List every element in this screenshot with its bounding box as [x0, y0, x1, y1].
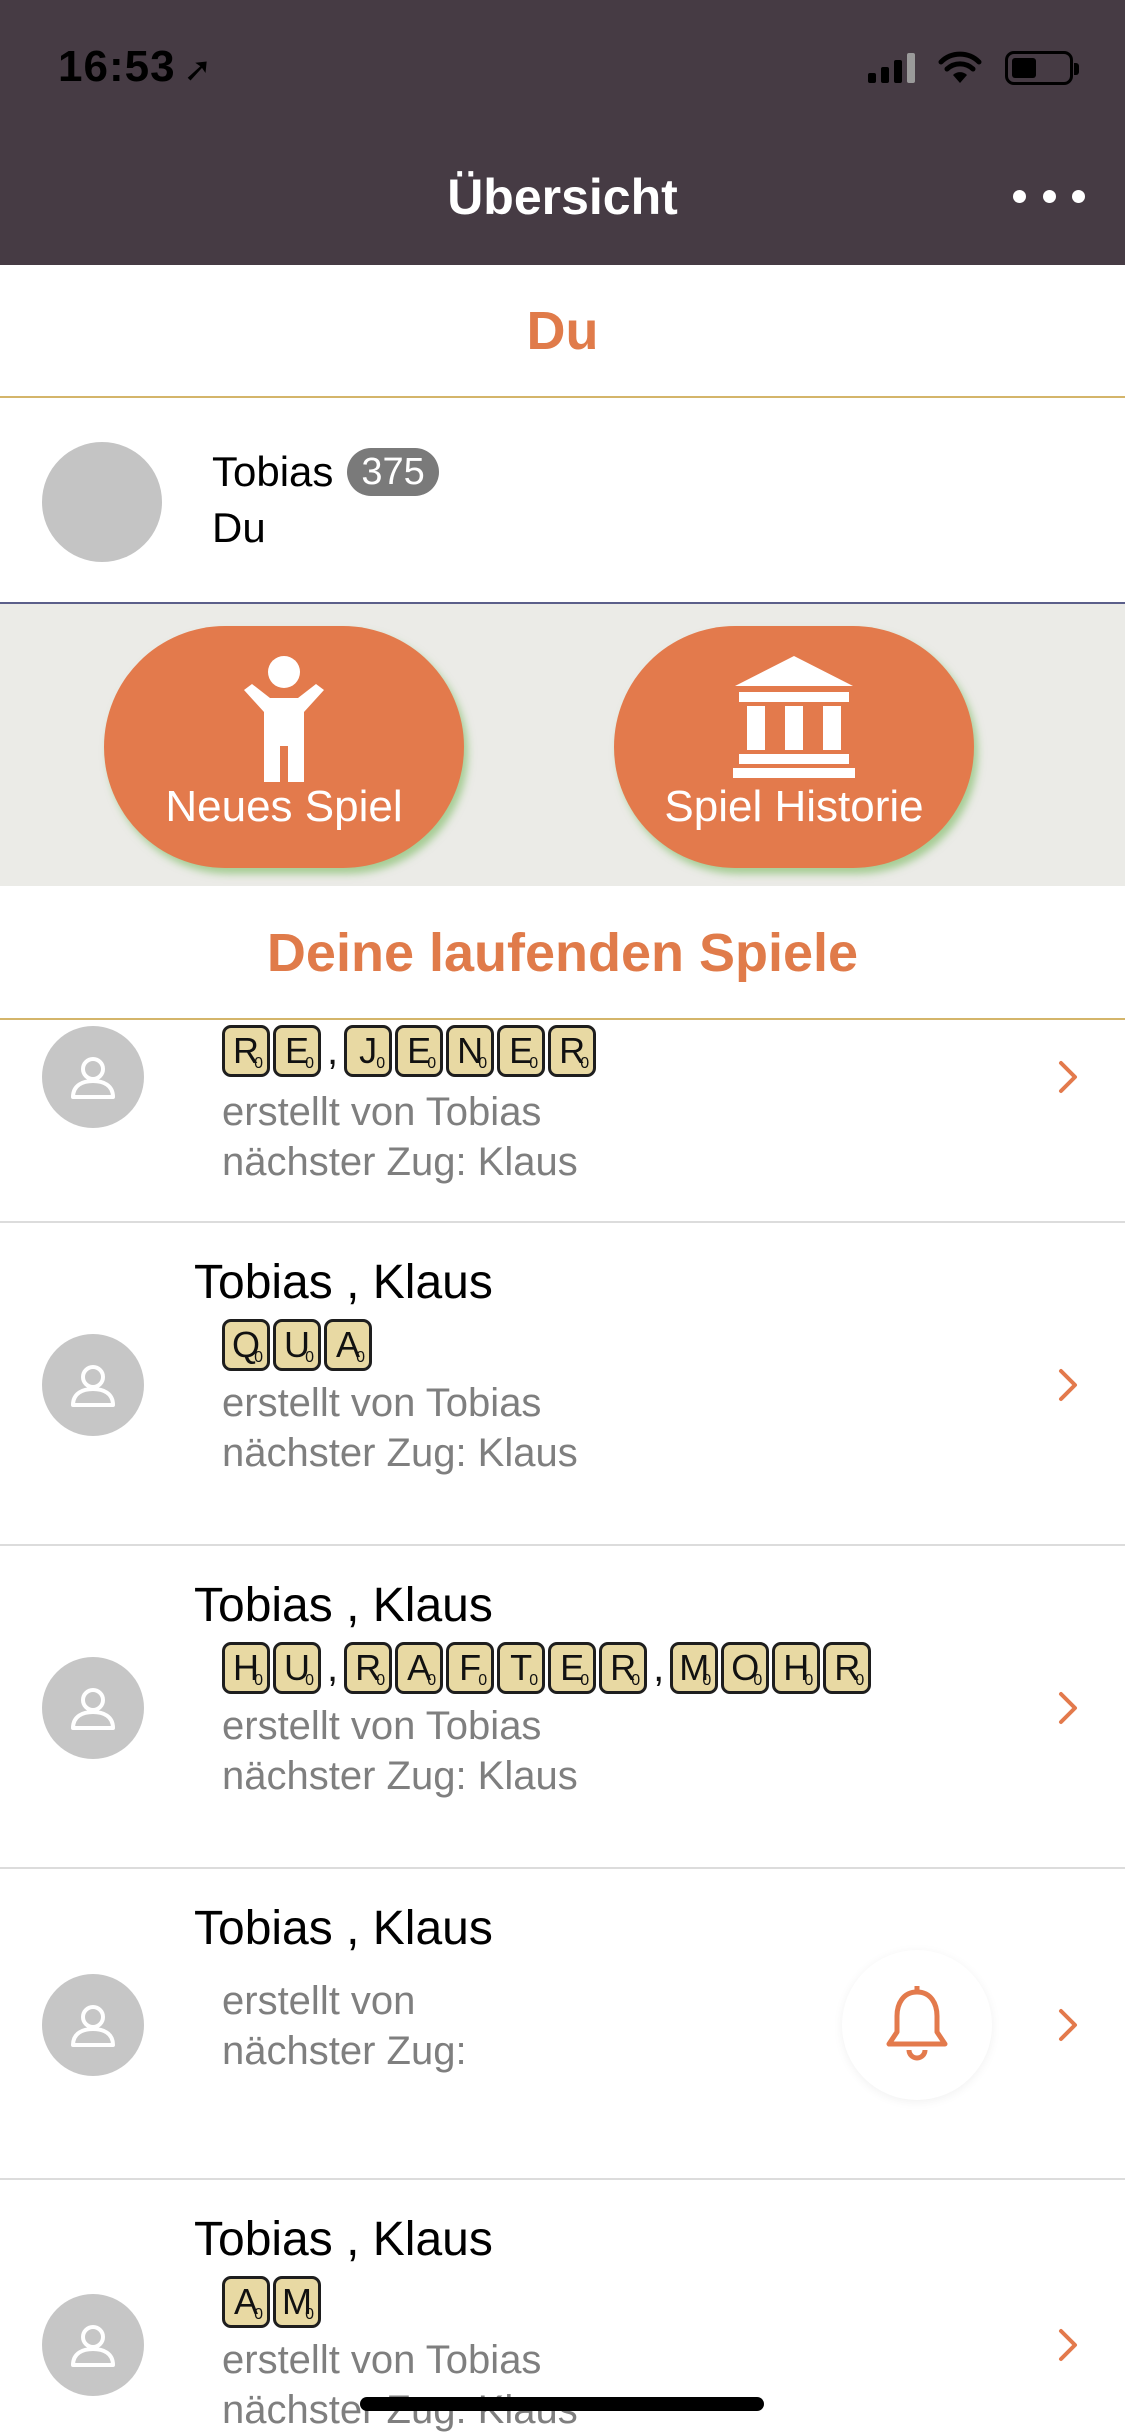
game-next-turn: nächster Zug: Klaus — [222, 1140, 578, 1184]
letter-tile: R0 — [344, 1642, 393, 1694]
game-players: Tobias , Klaus — [194, 1256, 493, 1309]
letter-tile: M0 — [273, 2276, 321, 2328]
page-title: Übersicht — [447, 169, 678, 225]
letter-tile: R0 — [548, 1025, 597, 1077]
chevron-right-icon[interactable] — [1053, 1688, 1083, 1728]
profile-subtitle: Du — [212, 504, 266, 551]
battery-icon — [1005, 51, 1079, 85]
game-history-button[interactable]: Spiel Historie — [614, 626, 974, 868]
game-created-by: erstellt von Tobias — [222, 1381, 542, 1425]
letter-tile: A0 — [222, 2276, 270, 2328]
profile-name: Tobias — [212, 448, 334, 495]
profile-name-row: Tobias 375 — [212, 448, 439, 496]
chevron-right-icon[interactable] — [1053, 2005, 1083, 2045]
letter-tile: O0 — [721, 1642, 770, 1694]
game-list-item[interactable]: Tobias , Klaus Q 0 U 0 A 0 erstellt von Tobias n… — [0, 1223, 1125, 1546]
letter-tile: A0 — [324, 1319, 372, 1371]
letter-tile: E0 — [497, 1025, 546, 1077]
game-players: Tobias , Klaus — [194, 2213, 493, 2266]
game-list-item[interactable]: Tobias , Klaus erstellt von nächster Zug: — [0, 1869, 1125, 2180]
game-next-turn: nächster Zug: Klaus — [222, 1431, 578, 1475]
letter-tile: U0 — [273, 1319, 321, 1371]
chevron-right-icon[interactable] — [1053, 1365, 1083, 1405]
letter-tile: U0 — [273, 1642, 321, 1694]
section-header-you: Du — [0, 265, 1125, 398]
status-time: 16:53 ➚ — [58, 42, 214, 91]
game-created-by: erstellt von Tobias — [222, 2338, 542, 2382]
player-avatar-icon — [42, 1025, 144, 1128]
chevron-right-icon[interactable] — [1053, 1057, 1083, 1097]
letter-tile: A0 — [395, 1642, 444, 1694]
player-avatar-icon — [42, 2294, 144, 2396]
last-words: H0U0,R0A0F0T0E0R0,M0O0H0R0 — [222, 1642, 874, 1694]
game-list-item[interactable]: Tobias , Klaus H 0 U 0, R 0 A 0 F 0 T 0 E 0 R 0, M 0 O 0 H 0 R 0… — [0, 1546, 1125, 1869]
section-header-running-games: Deine laufenden Spiele — [0, 886, 1125, 1020]
game-list-item[interactable]: R 0 E 0, J 0 E 0 N 0 E 0 R 0 erstellt von Tobias nächst… — [0, 1020, 1125, 1223]
game-players: Tobias , Klaus — [194, 1902, 493, 1955]
more-options-icon[interactable] — [1013, 176, 1085, 216]
cellular-signal-icon — [868, 53, 915, 83]
letter-tile: H0 — [222, 1642, 270, 1694]
game-next-turn: nächster Zug: Klaus — [222, 1754, 578, 1798]
letter-tile: R0 — [823, 1642, 872, 1694]
home-indicator[interactable] — [360, 2397, 764, 2411]
letter-tile: H0 — [772, 1642, 821, 1694]
letter-tile: R0 — [222, 1025, 270, 1077]
player-avatar-icon — [42, 1973, 144, 2076]
wifi-icon — [938, 51, 982, 83]
profile-row[interactable]: Tobias 375 Du — [0, 398, 1125, 604]
bell-icon[interactable] — [842, 1949, 992, 2100]
letter-tile: J0 — [344, 1025, 393, 1077]
person-icon — [244, 656, 324, 782]
letter-tile: F0 — [446, 1642, 495, 1694]
letter-tile: Q0 — [222, 1319, 270, 1371]
status-icons — [868, 50, 1079, 86]
chevron-right-icon[interactable] — [1053, 2325, 1083, 2365]
last-words: A0M0 — [222, 2276, 324, 2328]
game-created-by: erstellt von — [222, 1979, 416, 2023]
letter-tile: E0 — [273, 1025, 321, 1077]
last-words: R0E0,J0E0N0E0R0 — [222, 1025, 599, 1077]
player-avatar-icon — [42, 1333, 144, 1436]
last-words: Q0U0A0 — [222, 1319, 375, 1371]
letter-tile: T0 — [497, 1642, 546, 1694]
action-band: Neues Spiel Spiel Historie — [0, 604, 1125, 886]
player-avatar-icon — [42, 1656, 144, 1759]
letter-tile: E0 — [395, 1025, 444, 1077]
game-history-label: Spiel Historie — [664, 782, 924, 831]
game-created-by: erstellt von Tobias — [222, 1090, 542, 1134]
letter-tile: R0 — [599, 1642, 648, 1694]
letter-tile: N0 — [446, 1025, 495, 1077]
avatar — [42, 442, 162, 562]
game-created-by: erstellt von Tobias — [222, 1704, 542, 1748]
new-game-label: Neues Spiel — [165, 782, 403, 831]
letter-tile: M0 — [670, 1642, 719, 1694]
navigation-bar: 16:53 ➚ Übersicht — [0, 0, 1125, 265]
game-players: Tobias , Klaus — [194, 1579, 493, 1632]
new-game-button[interactable]: Neues Spiel — [104, 626, 464, 868]
game-next-turn: nächster Zug: — [222, 2029, 467, 2073]
institution-icon — [733, 656, 855, 778]
score-badge: 375 — [347, 448, 439, 496]
running-games-list[interactable]: R 0 E 0, J 0 E 0 N 0 E 0 R 0 erstellt von Tobias nächst… — [0, 1020, 1125, 2436]
letter-tile: E0 — [548, 1642, 597, 1694]
location-arrow-icon: ➚ — [183, 51, 214, 89]
